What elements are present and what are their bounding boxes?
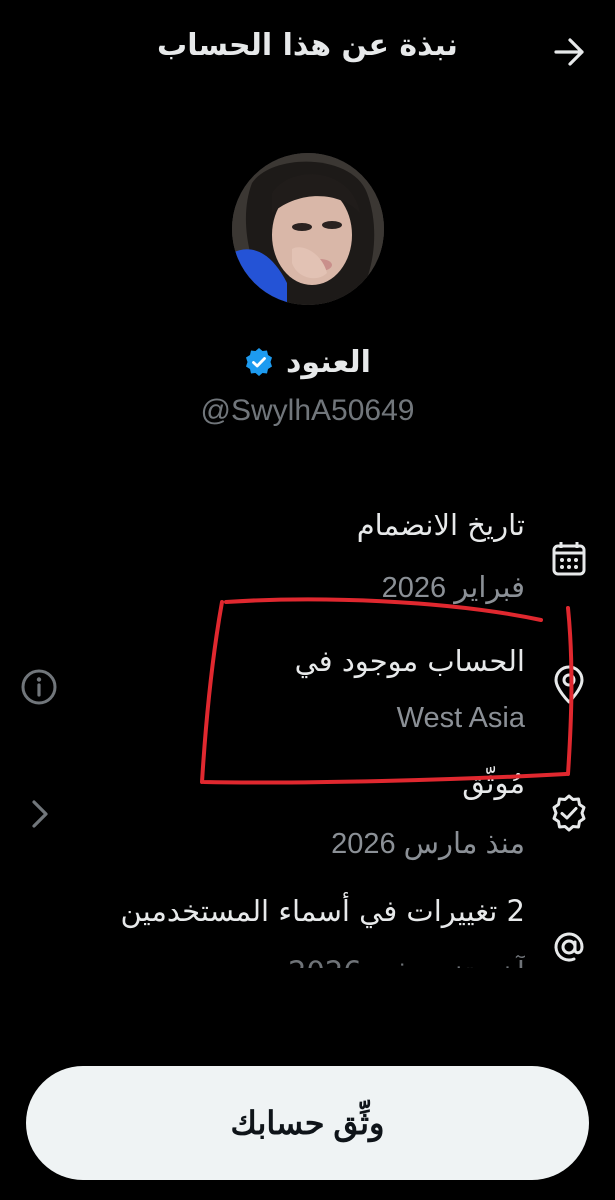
chevron-right-icon[interactable] [20,794,60,834]
arrow-right-icon [554,38,584,66]
verified-since-value: منذ مارس 2026 [331,828,525,860]
top-bar: نبذة عن هذا الحساب [0,0,615,100]
annotation-highlight [200,597,574,785]
avatar-image [232,153,384,305]
username-changes-label: 2 تغييرات في أسماء المستخدمين [120,894,525,928]
calendar-icon [548,538,590,580]
verify-account-label: وثِّق حسابك [230,1105,385,1141]
verify-account-button[interactable]: وثِّق حسابك [26,1066,589,1180]
avatar[interactable] [232,153,384,305]
at-sign-icon [548,926,590,968]
display-name: العنود [286,344,371,380]
page-title: نبذة عن هذا الحساب [157,28,458,63]
username-handle: @SwylhA50649 [200,394,415,427]
join-date-label: تاريخ الانضمام [356,508,525,542]
back-button[interactable] [548,34,592,70]
display-name-row: العنود [0,338,615,386]
verified-icon [548,792,590,834]
info-icon[interactable] [19,667,59,707]
verified-badge-icon [246,348,273,376]
